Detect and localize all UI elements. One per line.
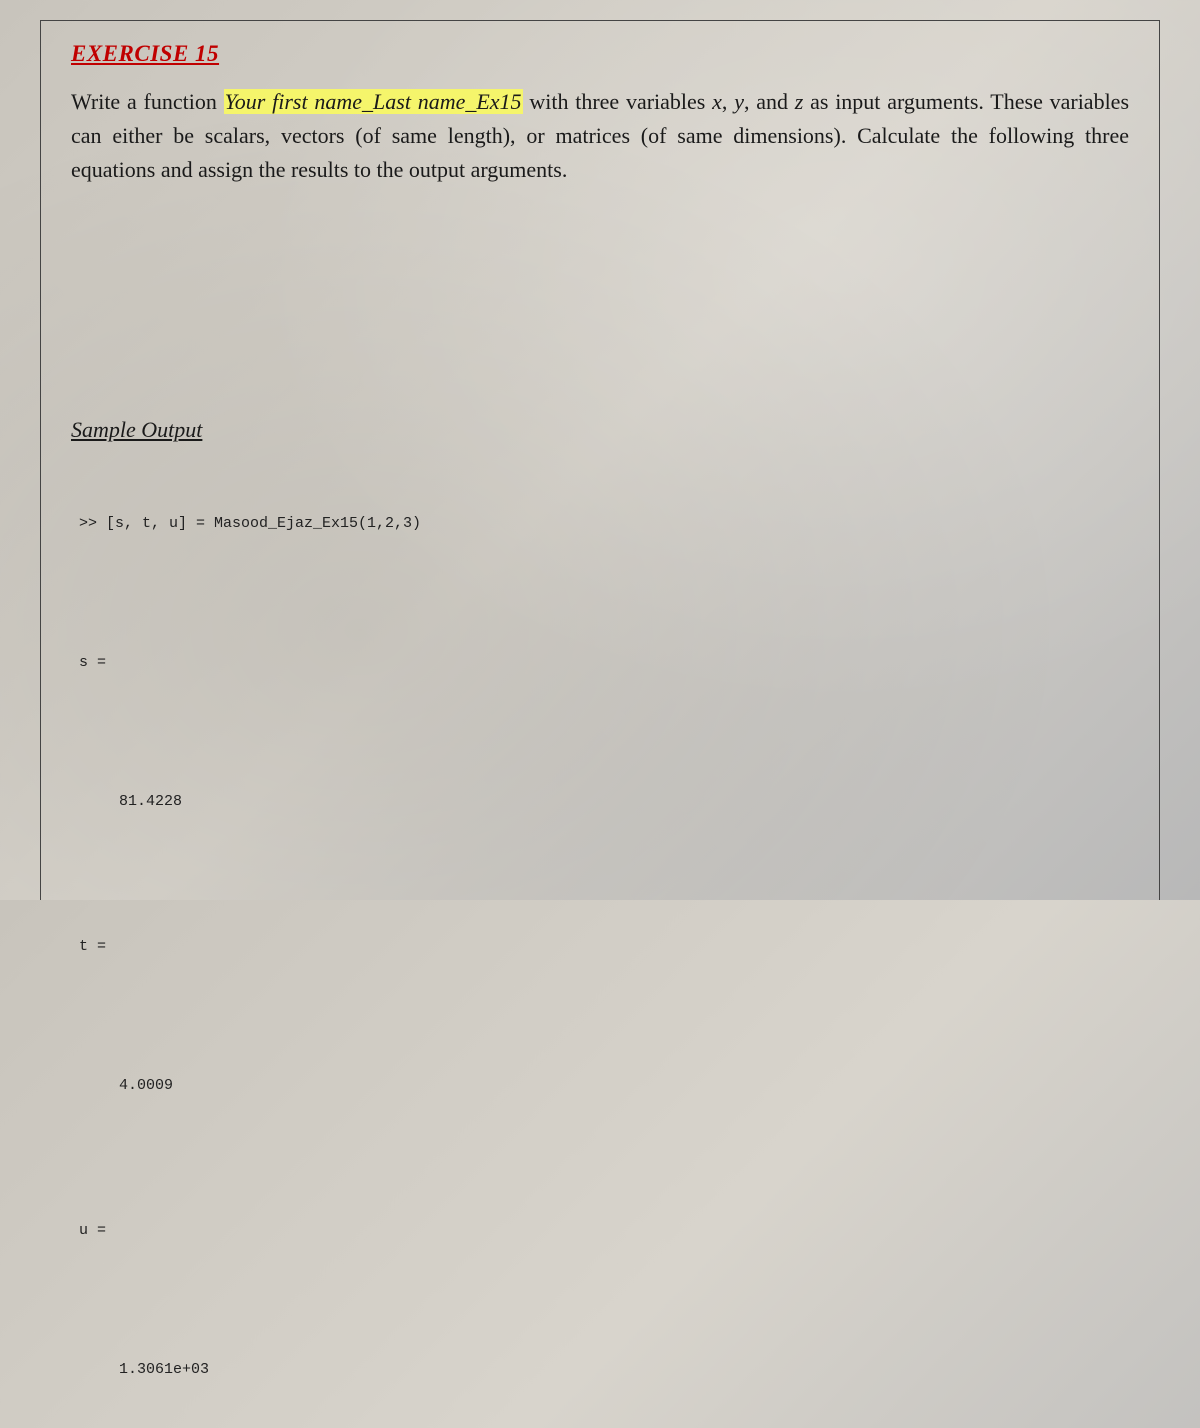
var-x: x: [712, 89, 722, 114]
prompt-pre: Write a function: [71, 89, 224, 114]
exercise-prompt: Write a function Your first name_Last na…: [71, 85, 1129, 187]
code-block: >> [s, t, u] = Masood_Ejaz_Ex15(1,2,3) s…: [71, 471, 1129, 1428]
u-value: 1.3061e+03: [79, 1359, 1129, 1380]
t-value: 4.0009: [79, 1075, 1129, 1096]
sample-output-heading: Sample Output: [71, 417, 1129, 443]
exercise-title: EXERCISE 15: [71, 41, 1129, 67]
comma-1: ,: [722, 89, 734, 114]
s-label: s =: [79, 652, 1129, 673]
var-y: y: [734, 89, 744, 114]
comma-2: , and: [744, 89, 795, 114]
document-page: EXERCISE 15 Write a function Your first …: [40, 20, 1160, 900]
t-label: t =: [79, 936, 1129, 957]
highlighted-function-name: Your first name_Last name_Ex15: [224, 89, 523, 114]
u-label: u =: [79, 1220, 1129, 1241]
s-value: 81.4228: [79, 791, 1129, 812]
command-line: >> [s, t, u] = Masood_Ejaz_Ex15(1,2,3): [79, 513, 1129, 534]
prompt-post1: with three variables: [523, 89, 713, 114]
